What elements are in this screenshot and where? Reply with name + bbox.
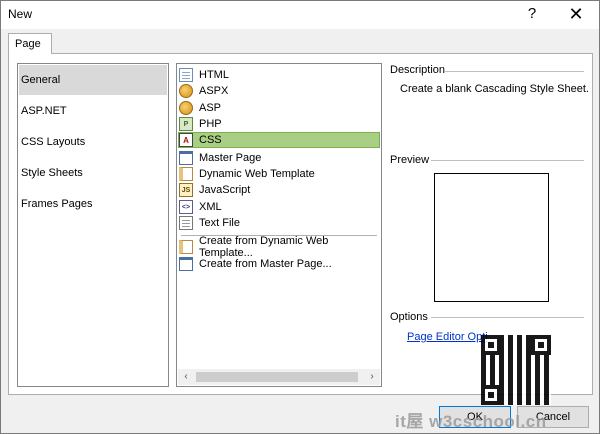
template-item-xml[interactable]: <> XML: [179, 199, 379, 215]
close-button[interactable]: ✕: [561, 3, 591, 25]
options-divider: [431, 317, 584, 318]
tab-page-label: Page: [15, 38, 41, 50]
scroll-left-arrow-icon[interactable]: ‹: [178, 369, 194, 385]
category-item-asp-net[interactable]: ASP.NET: [19, 96, 167, 126]
template-action-create-from-dwt[interactable]: Create from Dynamic Web Template...: [179, 235, 379, 259]
template-item-dynamic-web-template[interactable]: Dynamic Web Template: [179, 166, 379, 182]
qr-code-overlay: [481, 335, 551, 405]
text-file-icon: [179, 216, 193, 230]
template-list-hscrollbar[interactable]: ‹ ›: [178, 369, 380, 385]
aspx-page-icon: [179, 84, 193, 98]
description-heading: Description: [390, 64, 446, 76]
template-item-label: ASPX: [199, 85, 229, 97]
preview-pane: [434, 173, 549, 302]
html-page-icon: [179, 68, 193, 82]
scroll-right-arrow-icon[interactable]: ›: [364, 369, 380, 385]
template-item-label: PHP: [199, 118, 222, 130]
template-list: HTML ASPX ASP P PHP A CSS Master Page Dy…: [176, 63, 382, 387]
template-item-label: JavaScript: [199, 184, 251, 196]
qr-finder: [481, 335, 501, 355]
qr-finder: [481, 385, 501, 405]
category-item-style-sheets[interactable]: Style Sheets: [19, 158, 167, 188]
template-item-label: CSS: [199, 134, 222, 146]
master-page-icon: [179, 257, 193, 271]
template-action-label: Create from Master Page...: [199, 258, 332, 270]
template-item-aspx[interactable]: ASPX: [179, 83, 379, 99]
template-item-label: ASP: [199, 102, 222, 114]
template-item-master-page[interactable]: Master Page: [179, 150, 379, 166]
template-item-html[interactable]: HTML: [179, 67, 379, 83]
template-item-asp[interactable]: ASP: [179, 100, 379, 116]
scroll-thumb[interactable]: [196, 372, 358, 382]
php-page-icon: P: [179, 117, 193, 131]
template-item-label: Master Page: [199, 152, 262, 164]
dynamic-web-template-icon: [179, 240, 193, 254]
qr-finder: [531, 335, 551, 355]
options-heading: Options: [390, 311, 428, 323]
watermark: it屋 w3cschool.cn: [395, 412, 547, 431]
template-item-php[interactable]: P PHP: [179, 116, 379, 132]
category-list: General ASP.NET CSS Layouts Style Sheets…: [17, 63, 169, 387]
help-button[interactable]: ?: [517, 3, 547, 25]
category-item-general[interactable]: General: [19, 65, 167, 95]
css-page-icon: A: [179, 133, 193, 147]
javascript-page-icon: JS: [179, 183, 193, 197]
template-item-javascript[interactable]: JS JavaScript: [179, 182, 379, 198]
template-item-label: HTML: [199, 69, 229, 81]
template-item-label: Text File: [199, 217, 240, 229]
template-item-text-file[interactable]: Text File: [179, 215, 379, 231]
preview-heading: Preview: [390, 154, 430, 166]
dynamic-web-template-icon: [179, 167, 193, 181]
template-item-label: XML: [199, 201, 222, 213]
description-text: Create a blank Cascading Style Sheet.: [400, 83, 589, 95]
template-item-css[interactable]: A CSS: [178, 132, 380, 148]
window-title: New: [8, 7, 33, 21]
master-page-icon: [179, 151, 193, 165]
template-action-create-from-master[interactable]: Create from Master Page...: [179, 256, 379, 272]
category-item-frames-pages[interactable]: Frames Pages: [19, 189, 167, 219]
description-divider: [445, 71, 584, 72]
template-item-label: Dynamic Web Template: [199, 168, 315, 180]
tab-page[interactable]: Page: [8, 33, 52, 54]
category-item-css-layouts[interactable]: CSS Layouts: [19, 127, 167, 157]
asp-page-icon: [179, 101, 193, 115]
page-editor-options-link[interactable]: Page Editor Opti: [407, 331, 488, 343]
title-bar: New ? ✕: [1, 1, 599, 29]
preview-divider: [431, 160, 584, 161]
xml-page-icon: <>: [179, 200, 193, 214]
new-dialog: New ? ✕ Page General ASP.NET CSS Layouts…: [0, 0, 600, 434]
